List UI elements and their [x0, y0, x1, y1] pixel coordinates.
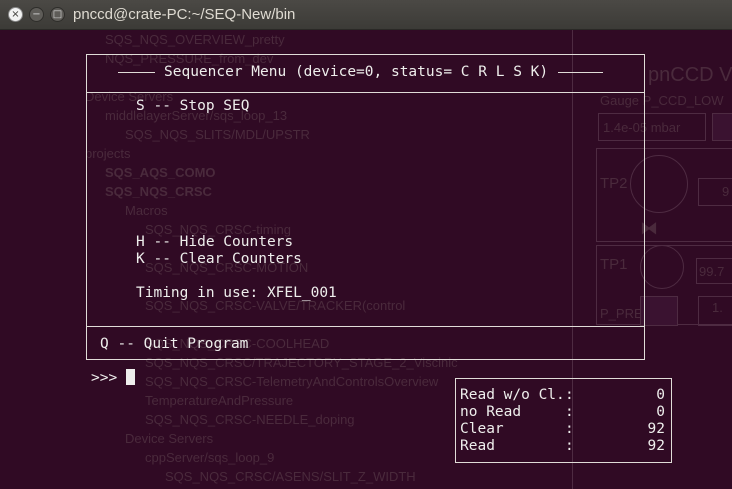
timing-in-use: Timing in use: XFEL_001 — [136, 285, 337, 301]
counter-value: 92 — [647, 421, 665, 437]
bg-pressure-indicator — [712, 113, 732, 141]
menu-option-clear-counters[interactable]: K -- Clear Counters — [136, 251, 302, 268]
counter-separator: : — [565, 387, 574, 403]
counter-value: 0 — [656, 404, 665, 420]
sequencer-menu-panel: Sequencer Menu (device=0, status= C R L … — [86, 54, 645, 360]
bg-ppre-value: 1. — [712, 300, 723, 315]
counter-row: no Read : 0 — [460, 404, 665, 421]
counter-label: Read — [460, 438, 495, 454]
bg-tp1-pump-icon — [640, 245, 684, 289]
menu-option-stop-seq[interactable]: S -- Stop SEQ — [136, 98, 250, 115]
bg-item: SQS_NQS_CRSC-NEEDLE_doping — [145, 412, 355, 427]
bg-tp1-value: 99.7 — [699, 264, 725, 279]
header-rule-left — [118, 72, 155, 73]
header-rule-right — [558, 72, 604, 73]
menu-option-quit[interactable]: Q -- Quit Program — [100, 336, 248, 353]
window-minimize-button[interactable]: − — [29, 7, 44, 22]
input-cursor[interactable] — [126, 369, 135, 385]
counter-row: Clear : 92 — [460, 421, 665, 438]
window-close-button[interactable]: × — [8, 7, 23, 22]
counter-label: no Read — [460, 404, 522, 420]
bg-item: SQS_NQS_CRSC/ASENS/SLIT_Z_WIDTH — [165, 469, 416, 484]
counter-separator: : — [565, 438, 574, 454]
counters-panel: Read w/o Cl. : 0 no Read : 0 Clear : 92 … — [455, 378, 672, 463]
bg-item: Device Servers — [125, 431, 214, 446]
counter-label: Clear — [460, 421, 504, 437]
menu-header: Sequencer Menu (device=0, status= C R L … — [118, 64, 604, 81]
window-titlebar: × − □ pnccd@crate-PC:~/SEQ-New/bin — [0, 0, 732, 30]
command-prompt: >>> — [91, 370, 118, 386]
menu-divider — [87, 92, 644, 93]
menu-option-hide-counters[interactable]: H -- Hide Counters — [136, 234, 293, 251]
bg-tp2-value: 9 — [722, 184, 730, 199]
bg-item: SQS_NQS_CRSC-TelemetryAndControlsOvervie… — [145, 374, 439, 389]
bg-ppre-indicator — [640, 296, 678, 326]
menu-divider — [87, 326, 644, 327]
counter-separator: : — [565, 421, 574, 437]
bg-item: TemperatureAndPressure — [145, 393, 294, 408]
bg-item: cppServer/sqs_loop_9 — [145, 450, 275, 465]
bg-panel-title: pnCCD V — [648, 64, 732, 86]
counter-row: Read w/o Cl. : 0 — [460, 387, 665, 404]
counter-value: 0 — [656, 387, 665, 403]
menu-title: Sequencer Menu (device=0, status= C R L … — [164, 64, 549, 80]
counter-label: Read w/o Cl. — [460, 387, 565, 403]
counter-row: Read : 92 — [460, 438, 665, 455]
window-maximize-button[interactable]: □ — [50, 7, 65, 22]
bg-item: SQS_NQS_OVERVIEW_pretty — [105, 32, 285, 47]
window-title: pnccd@crate-PC:~/SEQ-New/bin — [73, 6, 296, 23]
counter-value: 92 — [647, 438, 665, 454]
counter-separator: : — [565, 404, 574, 420]
